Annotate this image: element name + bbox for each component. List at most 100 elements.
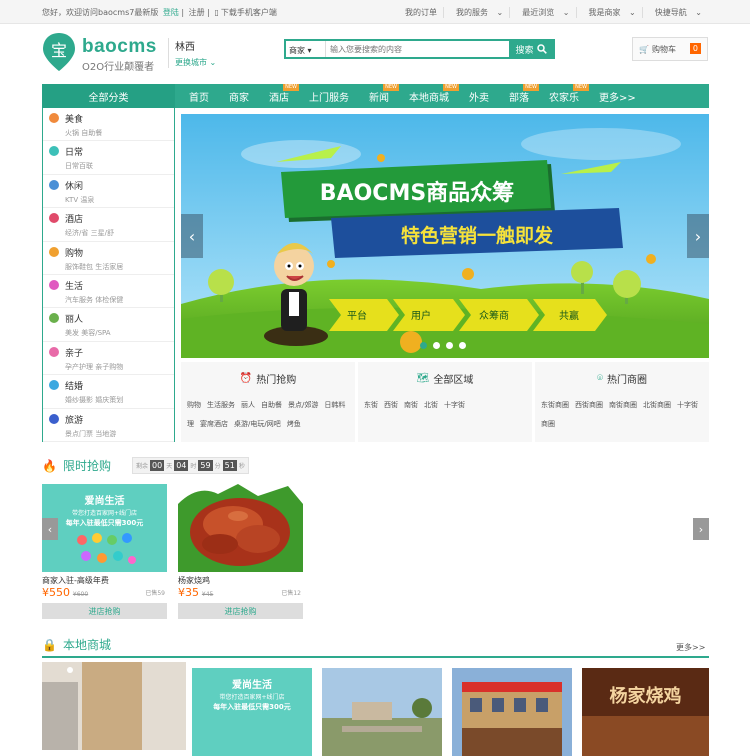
flash-item-name[interactable]: 商家入驻-高级年费 bbox=[42, 575, 167, 586]
nav-item[interactable]: 更多>> bbox=[589, 84, 646, 108]
info-link[interactable]: 宴席酒店 bbox=[200, 420, 228, 428]
category-sub[interactable]: KTV 温泉 bbox=[65, 195, 174, 205]
category-sub[interactable]: 汽车服务 体检保健 bbox=[65, 295, 174, 305]
merchant-link[interactable]: 我是商家 ⌄ bbox=[575, 6, 642, 18]
nav-item[interactable]: 新闻 NEW bbox=[359, 84, 399, 108]
category-title[interactable]: 丽人 bbox=[65, 312, 174, 325]
my-orders-link[interactable]: 我的订单 bbox=[399, 7, 443, 18]
search-button[interactable]: 搜索 bbox=[509, 41, 553, 57]
mall-item-image[interactable] bbox=[42, 662, 186, 750]
info-link[interactable]: 生活服务 bbox=[207, 401, 235, 409]
flash-buy-button[interactable]: 进店抢购 bbox=[178, 603, 303, 619]
sidebar-category[interactable]: 结婚婚纱摄影 婚庆策划 bbox=[43, 375, 174, 409]
category-title[interactable]: 购物 bbox=[65, 246, 174, 259]
all-categories-button[interactable]: 全部分类 bbox=[42, 84, 175, 108]
category-title[interactable]: 酒店 bbox=[65, 212, 174, 225]
info-link[interactable]: 烤鱼 bbox=[287, 420, 301, 428]
category-title[interactable]: 结婚 bbox=[65, 379, 174, 392]
info-link[interactable]: 丽人 bbox=[241, 401, 255, 409]
flash-item-image[interactable] bbox=[178, 484, 303, 572]
flash-item-name[interactable]: 杨家烧鸡 bbox=[178, 575, 303, 586]
nav-item[interactable]: 外卖 bbox=[459, 84, 499, 108]
city-selector[interactable]: 林西 更换城市 ⌄ bbox=[168, 38, 216, 68]
cart-button[interactable]: 🛒 购物车 0 bbox=[632, 37, 708, 61]
mall-item-image[interactable] bbox=[322, 668, 442, 756]
top-bar-left: 您好，欢迎访问baocms7最新版 登陆 | 注册 | ▯ 下载手机客户端 bbox=[42, 7, 278, 17]
promo-banner[interactable]: BAOCMS商品众筹 特色营销一触即发 平台 用户 众筹商 共赢 ‹ › bbox=[181, 114, 709, 358]
sidebar-category[interactable]: 亲子孕产护理 亲子购物 bbox=[43, 342, 174, 376]
city-switch[interactable]: 更换城市 ⌄ bbox=[175, 57, 216, 68]
banner-dot[interactable] bbox=[420, 342, 427, 349]
quick-nav-link[interactable]: 快捷导航 ⌄ bbox=[641, 6, 708, 18]
login-link[interactable]: 登陆 bbox=[163, 8, 179, 17]
category-sub[interactable]: 景点门票 当地游 bbox=[65, 429, 174, 439]
search-input[interactable] bbox=[326, 41, 509, 57]
sidebar-category[interactable]: 日常 日常百联 bbox=[43, 141, 174, 175]
info-link[interactable]: 购物 bbox=[187, 401, 201, 409]
banner-prev-button[interactable]: ‹ bbox=[181, 214, 203, 258]
category-title[interactable]: 旅游 bbox=[65, 413, 174, 426]
mobile-download-link[interactable]: ▯ 下载手机客户端 bbox=[214, 8, 278, 17]
nav-item[interactable]: 部落 NEW bbox=[499, 84, 539, 108]
logo-pin-icon[interactable]: 宝 bbox=[42, 32, 76, 72]
category-title[interactable]: 美食 bbox=[65, 112, 174, 125]
info-link[interactable]: 东街商圈 bbox=[541, 401, 569, 409]
nav-item[interactable]: 商家 bbox=[219, 84, 259, 108]
mall-item-image[interactable]: 爱尚生活 带您打造百家网+线门店 每年入驻最低只需300元 bbox=[192, 668, 312, 756]
info-link[interactable]: 西街商圈 bbox=[575, 401, 603, 409]
flash-buy-button[interactable]: 进店抢购 bbox=[42, 603, 167, 619]
sidebar-category[interactable]: 旅游景点门票 当地游 bbox=[43, 409, 174, 442]
recent-browse-link[interactable]: 最近浏览 ⌄ bbox=[509, 6, 575, 18]
search-type-select[interactable]: 商家 ▾ bbox=[286, 41, 326, 57]
category-sub[interactable]: 孕产护理 亲子购物 bbox=[65, 362, 174, 372]
sidebar-category[interactable]: 购物服饰鞋包 生活家居 bbox=[43, 242, 174, 275]
sidebar-category[interactable]: 休闲 KTV 温泉 bbox=[43, 175, 174, 209]
banner-dot[interactable] bbox=[433, 342, 440, 349]
flash-item-image[interactable]: 爱尚生活 带您打造百家网+线门店 每年入驻最低只需300元 bbox=[42, 484, 167, 572]
nav-item[interactable]: 农家乐 NEW bbox=[539, 84, 589, 108]
nav-item[interactable]: 上门服务 bbox=[299, 84, 359, 108]
mall-item-image[interactable] bbox=[452, 668, 572, 756]
banner-next-button[interactable]: › bbox=[687, 214, 709, 258]
info-link[interactable]: 东街 bbox=[364, 401, 378, 409]
info-link[interactable]: 十字街 bbox=[444, 401, 465, 409]
local-mall-more-link[interactable]: 更多>> bbox=[676, 642, 705, 653]
category-title[interactable]: 休闲 bbox=[65, 179, 174, 192]
sidebar-category[interactable]: 美食 火锅 自助餐 bbox=[43, 108, 174, 142]
banner-dot[interactable] bbox=[446, 342, 453, 349]
flash-prev-button[interactable]: ‹ bbox=[42, 518, 58, 540]
category-title[interactable]: 日常 bbox=[65, 145, 174, 158]
chevron-right-icon: › bbox=[694, 226, 702, 246]
category-sub[interactable]: 经济/省 三星/舒 bbox=[65, 228, 174, 238]
info-link[interactable]: 南街 bbox=[404, 401, 418, 409]
sidebar-category[interactable]: 丽人美发 美容/SPA bbox=[43, 308, 174, 342]
category-sub[interactable]: 婚纱摄影 婚庆策划 bbox=[65, 395, 174, 405]
sidebar-category[interactable]: 生活汽车服务 体检保健 bbox=[43, 275, 174, 309]
info-link[interactable]: 南街商圈 bbox=[609, 401, 637, 409]
banner-dot[interactable] bbox=[459, 342, 466, 349]
category-sub[interactable]: 服饰鞋包 生活家居 bbox=[65, 262, 174, 272]
register-link[interactable]: 注册 bbox=[189, 8, 205, 17]
sidebar-category[interactable]: 酒店经济/省 三星/舒 bbox=[43, 208, 174, 242]
category-sub[interactable]: 火锅 自助餐 bbox=[65, 128, 174, 138]
mall-item-image[interactable]: 杨家烧鸡 bbox=[582, 668, 709, 756]
nav-item[interactable]: 首页 bbox=[179, 84, 219, 108]
category-sub[interactable]: 美发 美容/SPA bbox=[65, 328, 174, 338]
logo-slogan: O2O行业颠覆者 bbox=[82, 62, 155, 73]
my-services-link[interactable]: 我的服务 ⌄ bbox=[443, 6, 509, 18]
nav-item[interactable]: 本地商城 NEW bbox=[399, 84, 459, 108]
category-title[interactable]: 亲子 bbox=[65, 346, 174, 359]
flash-next-button[interactable]: › bbox=[693, 518, 709, 540]
info-link[interactable]: 桌游/电玩/网吧 bbox=[234, 420, 281, 428]
info-link[interactable]: 景点/郊游 bbox=[288, 401, 318, 409]
nav-item[interactable]: 酒店 NEW bbox=[259, 84, 299, 108]
info-link[interactable]: 北街商圈 bbox=[643, 401, 671, 409]
info-link[interactable]: 北街 bbox=[424, 401, 438, 409]
category-sub[interactable]: 日常百联 bbox=[65, 161, 174, 171]
info-link[interactable]: 西街 bbox=[384, 401, 398, 409]
logo-text[interactable]: baocms bbox=[82, 36, 157, 58]
flash-item-card[interactable]: 杨家烧鸡 ¥35 ¥45 已售12 进店抢购 bbox=[178, 484, 303, 619]
flash-item-card[interactable]: 爱尚生活 带您打造百家网+线门店 每年入驻最低只需300元 商家入驻-高级年费 … bbox=[42, 484, 167, 619]
category-title[interactable]: 生活 bbox=[65, 279, 174, 292]
info-link[interactable]: 自助餐 bbox=[261, 401, 282, 409]
